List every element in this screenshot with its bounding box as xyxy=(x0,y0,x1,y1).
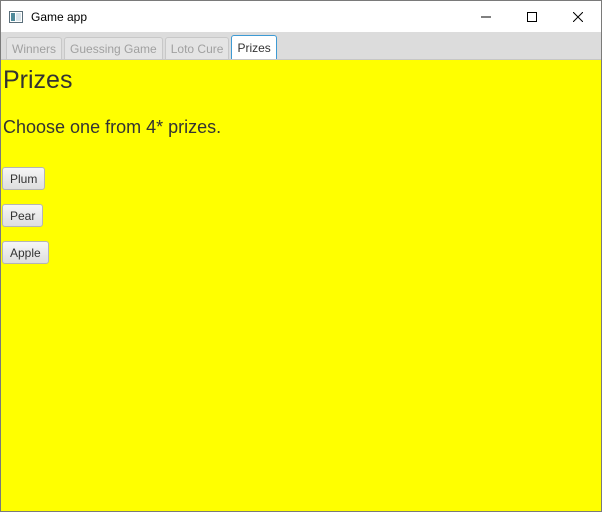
tab-loto-cure[interactable]: Loto Cure xyxy=(164,37,230,59)
title-bar[interactable]: Game app xyxy=(1,1,601,32)
plum-button[interactable]: Plum xyxy=(2,167,46,190)
maximize-icon xyxy=(527,11,537,22)
tab-guessing-game[interactable]: Guessing Game xyxy=(64,37,163,59)
app-window: Game app Winners Guessing Game Loto Cure… xyxy=(0,0,602,512)
tab-bar: Winners Guessing Game Loto Cure Prizes xyxy=(1,32,601,60)
pear-button[interactable]: Pear xyxy=(2,204,44,227)
minimize-icon xyxy=(481,16,491,17)
prizes-panel: Prizes Choose one from 4* prizes. Plum P… xyxy=(1,60,601,511)
window-title: Game app xyxy=(31,9,88,24)
close-button[interactable] xyxy=(555,1,601,32)
page-title: Prizes xyxy=(3,66,73,94)
maximize-button[interactable] xyxy=(509,1,555,32)
window-controls xyxy=(463,1,601,32)
close-icon xyxy=(573,11,583,22)
minimize-button[interactable] xyxy=(463,1,509,32)
window-app-icon xyxy=(9,10,23,23)
tab-prizes[interactable]: Prizes xyxy=(231,35,277,59)
tab-winners[interactable]: Winners xyxy=(6,37,63,59)
apple-button[interactable]: Apple xyxy=(2,241,49,264)
prize-instructions: Choose one from 4* prizes. xyxy=(3,117,222,137)
